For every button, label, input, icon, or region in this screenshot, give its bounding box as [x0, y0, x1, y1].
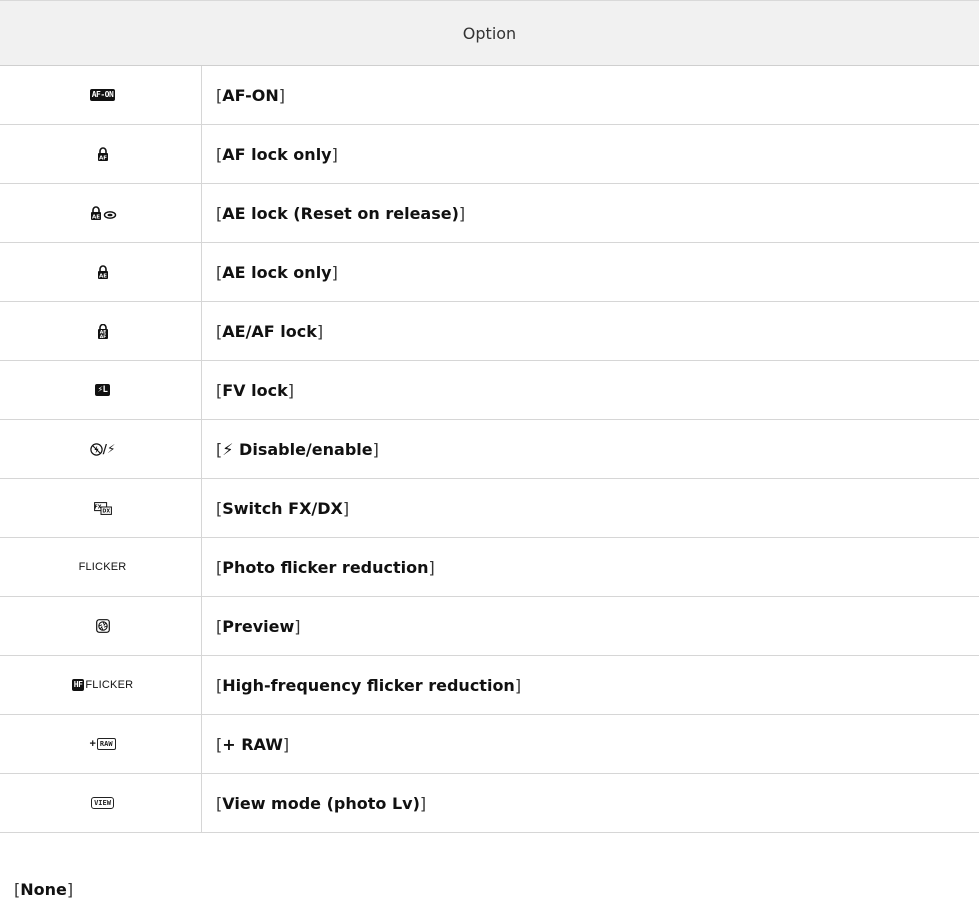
ae-af-lock-icon: AE AF	[97, 323, 108, 339]
hf-badge: HF	[71, 679, 85, 691]
plus-raw-icon: + RAW	[89, 738, 116, 750]
option-label: + RAW	[222, 734, 283, 754]
table-row: AF-ON [AF-ON]	[0, 66, 979, 125]
option-label: AE lock (Reset on release)	[222, 203, 459, 223]
af-on-icon: AF-ON	[89, 89, 116, 101]
table-row: FX DX [Switch FX/DX]	[0, 479, 979, 538]
svg-text:AF: AF	[99, 334, 106, 339]
table-row: FLICKER [Photo flicker reduction]	[0, 538, 979, 597]
table-row: + RAW [+ RAW]	[0, 715, 979, 774]
preview-icon	[95, 619, 110, 633]
ae-lock-reset-icon: AE	[90, 206, 116, 221]
table-row: VIEW [View mode (photo Lv)]	[0, 774, 979, 833]
svg-text:DX: DX	[102, 508, 110, 514]
view-icon: VIEW	[91, 797, 114, 809]
table-header: Option	[0, 0, 979, 66]
option-label: Photo flicker reduction	[222, 557, 429, 577]
table-row: HF FLICKER [High-frequency flicker reduc…	[0, 656, 979, 715]
ae-lock-icon: AE	[97, 265, 108, 280]
table-row: AE [AE lock only]	[0, 243, 979, 302]
table-row: AE AF [AE/AF lock]	[0, 302, 979, 361]
table-row: AF [AF lock only]	[0, 125, 979, 184]
option-label: ⚡ Disable/enable	[222, 439, 373, 459]
option-label: AF lock only	[222, 144, 332, 164]
flash-off-icon	[89, 442, 103, 456]
none-option-text: [None]	[14, 880, 74, 899]
flicker-icon: FLICKER	[78, 561, 127, 573]
fv-lock-icon: ⚡L	[94, 384, 111, 396]
table-row: [Preview]	[0, 597, 979, 656]
svg-text:AE: AE	[98, 274, 106, 280]
option-label: AE/AF lock	[222, 321, 317, 341]
option-label: Preview	[222, 616, 295, 636]
flash-disable-enable-icon: /⚡	[89, 442, 115, 456]
hf-flicker-icon: HF FLICKER	[71, 679, 134, 691]
svg-text:AF: AF	[98, 156, 106, 162]
option-label: AE lock only	[222, 262, 332, 282]
none-label: None	[20, 880, 67, 899]
svg-text:AE: AE	[91, 215, 99, 221]
option-label: High-frequency flicker reduction	[222, 675, 515, 695]
option-label: AF-ON	[222, 85, 279, 105]
option-label: View mode (photo Lv)	[222, 793, 420, 813]
switch-fx-dx-icon: FX DX	[93, 501, 112, 515]
table-row: AE [AE lock (Reset on release)]	[0, 184, 979, 243]
af-lock-icon: AF	[97, 147, 108, 162]
table-row: ⚡L [FV lock]	[0, 361, 979, 420]
option-label: Switch FX/DX	[222, 498, 343, 518]
table-row: /⚡ [⚡ Disable/enable]	[0, 420, 979, 479]
option-label: FV lock	[222, 380, 288, 400]
header-option-label: Option	[462, 23, 517, 43]
options-table: Option AF-ON [AF-ON] AF [AF lock only] A…	[0, 0, 979, 833]
